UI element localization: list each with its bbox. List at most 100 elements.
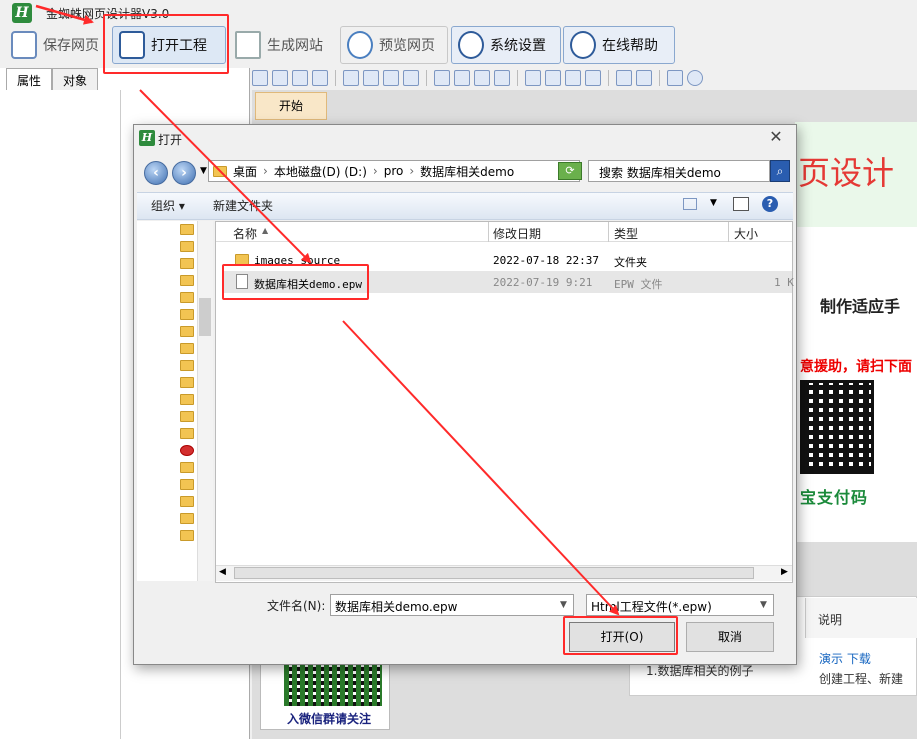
close-icon[interactable]: ✕ xyxy=(767,128,785,146)
breadcrumb-desktop[interactable]: 桌面 xyxy=(233,163,257,180)
file-date: 2022-07-18 22:37 xyxy=(493,254,599,267)
column-header-date[interactable]: 修改日期 xyxy=(493,225,541,242)
app-folder-icon[interactable] xyxy=(180,445,194,456)
editor-toolbar xyxy=(250,66,917,90)
insert-box-icon[interactable] xyxy=(312,70,328,86)
folder-icon[interactable] xyxy=(180,241,194,252)
folder-icon[interactable] xyxy=(180,292,194,303)
align-icon[interactable] xyxy=(383,70,399,86)
insert-box-icon[interactable] xyxy=(252,70,268,86)
align-icon[interactable] xyxy=(403,70,419,86)
column-header-type[interactable]: 类型 xyxy=(614,225,638,242)
column-divider[interactable] xyxy=(488,222,489,242)
folder-icon[interactable] xyxy=(180,530,194,541)
folder-icon[interactable] xyxy=(180,275,194,286)
save-page-label: 保存网页 xyxy=(43,38,99,54)
folder-icon[interactable] xyxy=(180,343,194,354)
horizontal-scroll-thumb[interactable] xyxy=(234,567,754,579)
filename-label: 文件名(N): xyxy=(267,599,326,613)
organize-menu[interactable]: 组织 ▾ xyxy=(151,197,185,214)
scroll-right-icon[interactable]: ▶ xyxy=(781,567,788,577)
file-type: 文件夹 xyxy=(614,256,647,269)
refresh-icon[interactable]: ⟳ xyxy=(558,162,582,180)
breadcrumb-demo[interactable]: 数据库相关demo xyxy=(420,163,514,180)
generate-site-button[interactable]: 生成网站 xyxy=(228,26,338,64)
back-arrow-icon[interactable]: ‹ xyxy=(144,161,168,185)
scroll-left-icon[interactable]: ◀ xyxy=(219,567,226,577)
system-settings-button[interactable]: 系统设置 xyxy=(451,26,561,64)
folder-icon[interactable] xyxy=(180,394,194,405)
annotation-box-open-button xyxy=(563,616,678,655)
tree-scrollbar[interactable] xyxy=(197,221,213,581)
spellcheck-icon[interactable] xyxy=(667,70,683,86)
column-divider[interactable] xyxy=(608,222,609,242)
breadcrumb-pro[interactable]: pro xyxy=(384,164,404,178)
insert-box-icon[interactable] xyxy=(272,70,288,86)
tab-objects[interactable]: 对象 xyxy=(52,68,99,90)
demo-download-links[interactable]: 演示 下载 xyxy=(819,650,871,667)
toolbar-separator xyxy=(659,70,660,86)
folder-icon[interactable] xyxy=(180,309,194,320)
tab-start[interactable]: 开始 xyxy=(255,92,327,120)
search-icon[interactable]: ⌕ xyxy=(770,160,790,182)
folder-icon[interactable] xyxy=(180,411,194,422)
spacing-icon[interactable] xyxy=(525,70,541,86)
toolbar-separator xyxy=(517,70,518,86)
tab-properties[interactable]: 属性 xyxy=(6,68,53,90)
distribute-icon[interactable] xyxy=(474,70,490,86)
folder-icon[interactable] xyxy=(180,462,194,473)
online-help-button[interactable]: 在线帮助 xyxy=(563,26,675,64)
address-bar[interactable]: 桌面 › 本地磁盘(D) (D:) › pro › 数据库相关demo xyxy=(208,160,580,182)
distribute-icon[interactable] xyxy=(494,70,510,86)
column-divider[interactable] xyxy=(728,222,729,242)
folder-icon[interactable] xyxy=(180,360,194,371)
insert-box-icon[interactable] xyxy=(292,70,308,86)
search-input[interactable]: 搜索 数据库相关demo xyxy=(588,160,770,182)
wechat-qr-code xyxy=(284,662,382,706)
history-dropdown-icon[interactable]: ▼ xyxy=(200,166,207,176)
tree-scroll-thumb[interactable] xyxy=(199,298,211,336)
align-icon[interactable] xyxy=(343,70,359,86)
folder-icon[interactable] xyxy=(180,224,194,235)
breadcrumb-separator: › xyxy=(372,164,378,178)
column-header-description: 说明 xyxy=(818,613,843,627)
spacing-icon[interactable] xyxy=(545,70,561,86)
folder-icon[interactable] xyxy=(180,496,194,507)
distribute-icon[interactable] xyxy=(434,70,450,86)
folder-icon xyxy=(213,165,227,177)
folder-icon[interactable] xyxy=(180,513,194,524)
help-icon[interactable]: ? xyxy=(762,196,778,212)
dialog-logo-icon: H xyxy=(139,130,155,146)
view-options-icon[interactable] xyxy=(683,198,697,210)
find-icon[interactable] xyxy=(687,70,703,86)
preview-page-button[interactable]: 预览网页 xyxy=(340,26,448,64)
folder-icon[interactable] xyxy=(180,377,194,388)
left-panel-tabs: 属性 对象 xyxy=(6,68,99,90)
spacing-icon[interactable] xyxy=(565,70,581,86)
preview-pane-icon[interactable] xyxy=(733,197,749,211)
sort-up-icon: ▲ xyxy=(262,226,269,235)
column-header-name[interactable]: 名称 xyxy=(233,225,257,242)
file-type: EPW 文件 xyxy=(614,278,663,291)
view-dropdown-icon[interactable]: ▼ xyxy=(710,198,717,208)
save-page-button[interactable]: 保存网页 xyxy=(4,26,108,64)
new-folder-button[interactable]: 新建文件夹 xyxy=(213,197,273,214)
filename-input[interactable]: 数据库相关demo.epw xyxy=(330,594,574,616)
folder-icon[interactable] xyxy=(180,428,194,439)
column-header-size[interactable]: 大小 xyxy=(734,225,758,242)
folder-icon[interactable] xyxy=(180,258,194,269)
file-type-filter[interactable]: Html工程文件(*.epw) xyxy=(586,594,774,616)
chevron-down-icon[interactable]: ▼ xyxy=(560,600,567,610)
distribute-icon[interactable] xyxy=(454,70,470,86)
spacing-icon[interactable] xyxy=(585,70,601,86)
group-icon[interactable] xyxy=(616,70,632,86)
toolbar-separator xyxy=(608,70,609,86)
breadcrumb-disk[interactable]: 本地磁盘(D) (D:) xyxy=(274,163,367,180)
cancel-button[interactable]: 取消 xyxy=(686,622,774,652)
chevron-down-icon[interactable]: ▼ xyxy=(760,600,767,610)
forward-arrow-icon[interactable]: › xyxy=(172,161,196,185)
ungroup-icon[interactable] xyxy=(636,70,652,86)
folder-icon[interactable] xyxy=(180,326,194,337)
locked-folder-icon[interactable] xyxy=(180,479,194,490)
align-icon[interactable] xyxy=(363,70,379,86)
